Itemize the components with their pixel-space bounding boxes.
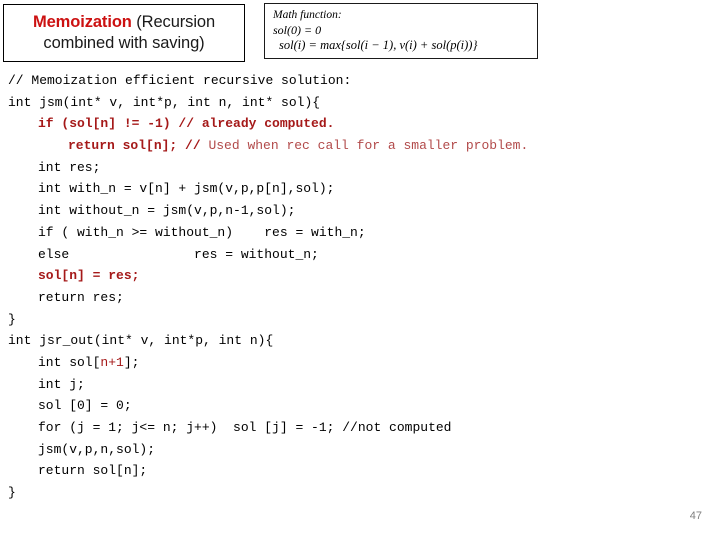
code-line: int j;: [0, 374, 720, 396]
math-function-box: Math function: sol(0) = 0 sol(i) = max{s…: [264, 3, 538, 59]
code-token: return res;: [38, 289, 124, 305]
slide-title-line-1-rest: (Recursion: [131, 13, 216, 31]
math-recurrence: sol(i) = max{sol(i − 1), v(i) + sol(p(i)…: [279, 38, 478, 52]
code-line: return sol[n];: [0, 460, 720, 482]
code-block: // Memoization efficient recursive solut…: [0, 70, 720, 504]
code-line: if ( with_n >= without_n) res = with_n;: [0, 222, 720, 244]
code-token: }: [8, 485, 16, 501]
code-line: jsm(v,p,n,sol);: [0, 439, 720, 461]
code-line: int sol[n+1];: [0, 352, 720, 374]
code-token: int j;: [38, 376, 85, 392]
code-token: else res = without_n;: [38, 246, 319, 262]
code-token: //: [185, 138, 209, 154]
code-line: int with_n = v[n] + jsm(v,p,p[n],sol);: [0, 178, 720, 200]
code-line: }: [0, 482, 720, 504]
code-line: return sol[n]; // Used when rec call for…: [0, 135, 720, 157]
slide-title-line-2: combined with saving): [43, 34, 205, 52]
slide-title-line-1: Memoization (Recursion: [33, 12, 215, 33]
code-token: int with_n = v[n] + jsm(v,p,p[n],sol);: [38, 181, 335, 197]
math-base-case: sol(0) = 0: [273, 23, 322, 37]
code-line: // Memoization efficient recursive solut…: [0, 70, 720, 92]
math-heading: Math function:: [273, 9, 342, 21]
code-token: sol[n] = res;: [38, 268, 140, 284]
code-token: int jsr_out(int* v, int*p, int n){: [8, 333, 274, 349]
code-token: int jsm(int* v, int*p, int n, int* sol){: [8, 94, 321, 110]
code-line: sol[n] = res;: [0, 265, 720, 287]
code-token: ];: [123, 354, 140, 370]
code-token: return sol[n];: [38, 463, 148, 479]
slide-title-keyword: Memoization: [32, 13, 132, 31]
code-token: sol [0] = 0;: [38, 398, 132, 414]
code-token: for (j = 1; j<= n; j++) sol [j] = -1; //…: [38, 420, 452, 435]
code-token: if (sol[n] != -1) // already computed.: [38, 116, 335, 132]
code-line: }: [0, 309, 720, 331]
slide-title-box: Memoization (Recursion combined with sav…: [3, 4, 245, 62]
code-line: if (sol[n] != -1) // already computed.: [0, 113, 720, 135]
code-line: sol [0] = 0;: [0, 395, 720, 417]
page-number: 47: [689, 510, 702, 522]
code-line: for (j = 1; j<= n; j++) sol [j] = -1; //…: [0, 417, 720, 439]
code-token: int res;: [38, 159, 101, 175]
code-token: return sol[n];: [68, 138, 186, 154]
code-line: return res;: [0, 287, 720, 309]
code-line: int res;: [0, 157, 720, 179]
code-token: Used when rec call for a smaller problem…: [208, 138, 529, 154]
code-line: else res = without_n;: [0, 244, 720, 266]
code-token: int without_n = jsm(v,p,n-1,sol);: [38, 203, 296, 219]
code-token: }: [8, 311, 16, 327]
code-line: int without_n = jsm(v,p,n-1,sol);: [0, 200, 720, 222]
code-token: int sol[: [38, 354, 101, 370]
code-line: int jsr_out(int* v, int*p, int n){: [0, 330, 720, 352]
code-token: // Memoization efficient recursive solut…: [8, 73, 352, 88]
code-token: n+1: [100, 354, 124, 370]
code-token: if ( with_n >= without_n) res = with_n;: [38, 224, 366, 240]
code-token: jsm(v,p,n,sol);: [38, 441, 156, 457]
code-line: int jsm(int* v, int*p, int n, int* sol){: [0, 92, 720, 114]
